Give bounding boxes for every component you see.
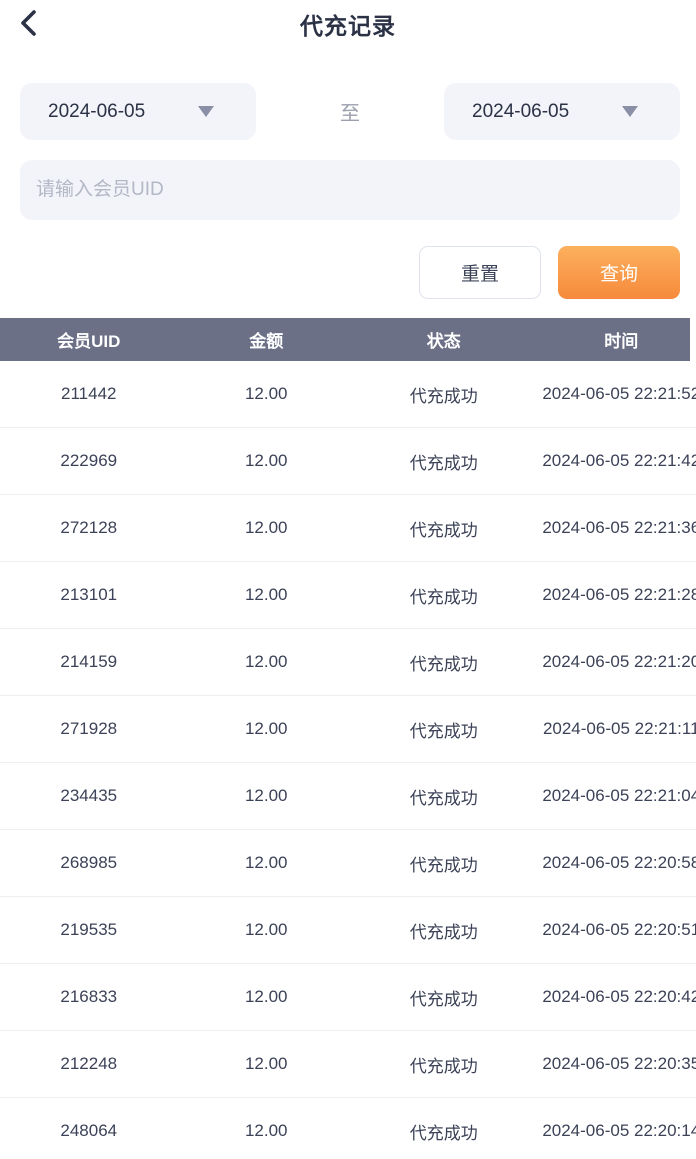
table-row: 212248 12.00 代充成功 2024-06-05 22:20:35 <box>0 1031 696 1098</box>
back-button[interactable] <box>12 6 46 42</box>
column-header-time: 时间 <box>533 327 696 352</box>
page-title: 代充记录 <box>300 7 396 41</box>
cell-member-uid: 272128 <box>0 518 178 538</box>
cell-amount: 12.00 <box>178 719 356 739</box>
cell-amount: 12.00 <box>178 987 356 1007</box>
cell-amount: 12.00 <box>178 853 356 873</box>
cell-status: 代充成功 <box>355 583 533 608</box>
date-to-value: 2024-06-05 <box>472 101 569 123</box>
table-row: 272128 12.00 代充成功 2024-06-05 22:21:36 <box>0 495 696 562</box>
action-button-row: 重置 查询 <box>20 246 680 299</box>
date-range-row: 2024-06-05 至 2024-06-05 <box>20 83 680 140</box>
table-row: 214159 12.00 代充成功 2024-06-05 22:21:20 <box>0 629 696 696</box>
records-table: 会员UID 金额 状态 时间 211442 12.00 代充成功 2024-06… <box>0 318 696 1159</box>
cell-amount: 12.00 <box>178 920 356 940</box>
cell-status: 代充成功 <box>355 516 533 541</box>
cell-time: 2024-06-05 22:20:14 <box>533 1121 696 1141</box>
cell-amount: 12.00 <box>178 585 356 605</box>
column-header-uid: 会员UID <box>0 327 178 352</box>
chevron-left-icon <box>17 8 41 41</box>
cell-member-uid: 271928 <box>0 719 178 739</box>
table-row: 222969 12.00 代充成功 2024-06-05 22:21:42 <box>0 428 696 495</box>
column-header-status: 状态 <box>355 327 533 352</box>
table-row: 216833 12.00 代充成功 2024-06-05 22:20:42 <box>0 964 696 1031</box>
cell-status: 代充成功 <box>355 1119 533 1144</box>
cell-amount: 12.00 <box>178 652 356 672</box>
cell-status: 代充成功 <box>355 851 533 876</box>
cell-time: 2024-06-05 22:21:11 <box>533 719 696 739</box>
table-row: 219535 12.00 代充成功 2024-06-05 22:20:51 <box>0 897 696 964</box>
cell-member-uid: 216833 <box>0 987 178 1007</box>
cell-member-uid: 234435 <box>0 786 178 806</box>
cell-member-uid: 219535 <box>0 920 178 940</box>
date-from-select[interactable]: 2024-06-05 <box>20 83 256 140</box>
cell-time: 2024-06-05 22:21:36 <box>533 518 696 538</box>
cell-member-uid: 212248 <box>0 1054 178 1074</box>
cell-status: 代充成功 <box>355 1052 533 1077</box>
table-row: 271928 12.00 代充成功 2024-06-05 22:21:11 <box>0 696 696 763</box>
cell-amount: 12.00 <box>178 451 356 471</box>
table-header: 会员UID 金额 状态 时间 <box>0 318 696 361</box>
cell-member-uid: 222969 <box>0 451 178 471</box>
table-row: 211442 12.00 代充成功 2024-06-05 22:21:52 <box>0 361 696 428</box>
cell-status: 代充成功 <box>355 650 533 675</box>
column-header-amount: 金额 <box>178 327 356 352</box>
date-from-value: 2024-06-05 <box>48 101 145 123</box>
cell-time: 2024-06-05 22:21:42 <box>533 451 696 471</box>
triangle-down-icon <box>622 106 638 117</box>
table-body: 211442 12.00 代充成功 2024-06-05 22:21:52 22… <box>0 361 696 1159</box>
cell-amount: 12.00 <box>178 518 356 538</box>
cell-status: 代充成功 <box>355 784 533 809</box>
member-uid-input[interactable] <box>20 160 680 220</box>
cell-status: 代充成功 <box>355 449 533 474</box>
cell-member-uid: 213101 <box>0 585 178 605</box>
cell-time: 2024-06-05 22:20:35 <box>533 1054 696 1074</box>
top-bar: 代充记录 <box>0 0 696 48</box>
cell-status: 代充成功 <box>355 382 533 407</box>
cell-amount: 12.00 <box>178 1121 356 1141</box>
cell-amount: 12.00 <box>178 384 356 404</box>
cell-time: 2024-06-05 22:20:42 <box>533 987 696 1007</box>
cell-time: 2024-06-05 22:21:28 <box>533 585 696 605</box>
cell-time: 2024-06-05 22:21:52 <box>533 384 696 404</box>
date-to-select[interactable]: 2024-06-05 <box>444 83 680 140</box>
cell-member-uid: 248064 <box>0 1121 178 1141</box>
cell-amount: 12.00 <box>178 1054 356 1074</box>
cell-time: 2024-06-05 22:21:20 <box>533 652 696 672</box>
cell-time: 2024-06-05 22:21:04 <box>533 786 696 806</box>
cell-time: 2024-06-05 22:20:58 <box>533 853 696 873</box>
filter-panel: 2024-06-05 至 2024-06-05 重置 查询 <box>0 83 696 299</box>
triangle-down-icon <box>198 106 214 117</box>
reset-button[interactable]: 重置 <box>419 246 541 299</box>
table-row: 268985 12.00 代充成功 2024-06-05 22:20:58 <box>0 830 696 897</box>
range-separator-label: 至 <box>340 97 360 126</box>
query-button[interactable]: 查询 <box>558 246 680 299</box>
cell-member-uid: 211442 <box>0 384 178 404</box>
cell-status: 代充成功 <box>355 717 533 742</box>
cell-time: 2024-06-05 22:20:51 <box>533 920 696 940</box>
cell-status: 代充成功 <box>355 985 533 1010</box>
cell-status: 代充成功 <box>355 918 533 943</box>
cell-member-uid: 214159 <box>0 652 178 672</box>
cell-amount: 12.00 <box>178 786 356 806</box>
table-row: 213101 12.00 代充成功 2024-06-05 22:21:28 <box>0 562 696 629</box>
table-row: 234435 12.00 代充成功 2024-06-05 22:21:04 <box>0 763 696 830</box>
table-row: 248064 12.00 代充成功 2024-06-05 22:20:14 <box>0 1098 696 1159</box>
cell-member-uid: 268985 <box>0 853 178 873</box>
